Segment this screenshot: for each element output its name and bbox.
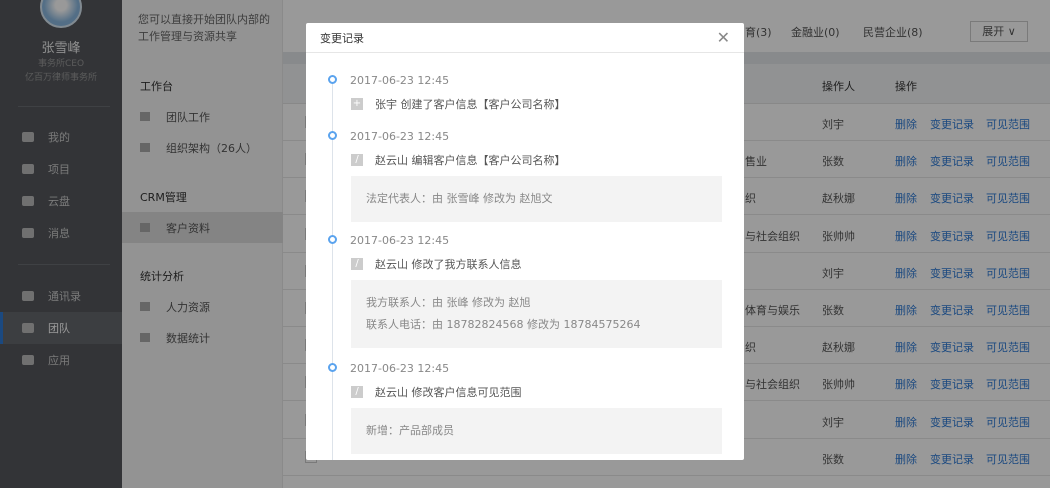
action-text: 张宇 创建了客户信息【客户公司名称】 [375, 98, 566, 111]
timeline-dot [328, 235, 337, 244]
detail-line: 我方联系人：由 张峰 修改为 赵旭 [366, 296, 531, 309]
entry-action: / 赵云山 修改客户信息可见范围 [351, 384, 522, 400]
timeline-dot [328, 131, 337, 140]
action-text: 赵云山 修改客户信息可见范围 [375, 386, 522, 399]
detail-line: 联系人电话：由 18782824568 修改为 18784575264 [366, 318, 641, 331]
entry-details: 我方联系人：由 张峰 修改为 赵旭联系人电话：由 18782824568 修改为… [351, 280, 722, 348]
edit-icon: / [351, 154, 363, 166]
plus-icon: + [351, 98, 363, 110]
action-text: 赵云山 修改了我方联系人信息 [375, 258, 522, 271]
timeline-dot [328, 75, 337, 84]
entry-time: 2017-06-23 12:45 [350, 130, 450, 143]
entry-action: / 赵云山 编辑客户信息【客户公司名称】 [351, 152, 566, 168]
timeline-dot [328, 363, 337, 372]
entry-time: 2017-06-23 12:45 [350, 234, 450, 247]
detail-line: 新增：产品部成员 [366, 424, 454, 437]
entry-time: 2017-06-23 12:45 [350, 362, 450, 375]
entry-details: 法定代表人：由 张雪峰 修改为 赵旭文 [351, 176, 722, 222]
change-history-modal: 变更记录 ✕ 2017-06-23 12:45 + 张宇 创建了客户信息【客户公司… [306, 23, 744, 460]
entry-time: 2017-06-23 12:45 [350, 74, 450, 87]
entry-action: / 赵云山 修改了我方联系人信息 [351, 256, 522, 272]
modal-header: 变更记录 ✕ [306, 23, 744, 53]
close-icon[interactable]: ✕ [717, 28, 730, 47]
detail-line: 法定代表人：由 张雪峰 修改为 赵旭文 [366, 192, 553, 205]
entry-action: + 张宇 创建了客户信息【客户公司名称】 [351, 96, 566, 112]
action-text: 赵云山 编辑客户信息【客户公司名称】 [375, 154, 566, 167]
entry-details: 新增：产品部成员 [351, 408, 722, 454]
modal-title: 变更记录 [320, 31, 364, 45]
edit-icon: / [351, 258, 363, 270]
edit-icon: / [351, 386, 363, 398]
